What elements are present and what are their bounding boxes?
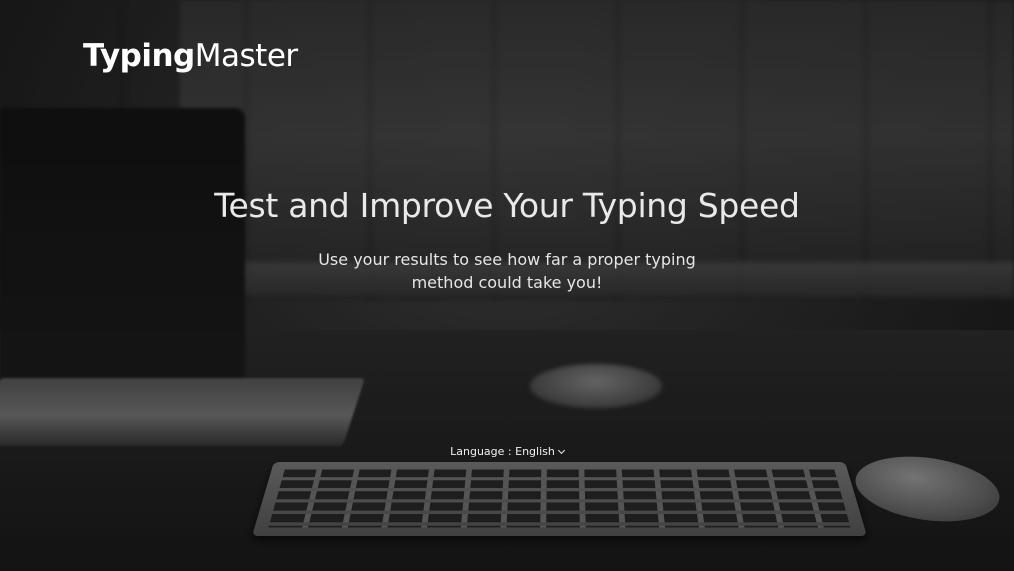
hero-section: TypingMaster Test and Improve Your Typin… [0,0,1014,571]
chevron-down-icon [557,446,565,455]
language-value: English [515,445,555,458]
logo-bold-part: Typing [83,38,195,74]
language-selector[interactable]: Language : English [0,445,1014,458]
logo-light-part: Master [194,38,298,74]
language-label: Language : [450,445,512,458]
typingmaster-logo[interactable]: TypingMaster [83,38,298,74]
page-subtitle: Use your results to see how far a proper… [318,250,696,292]
page-title: Test and Improve Your Typing Speed [214,186,800,225]
